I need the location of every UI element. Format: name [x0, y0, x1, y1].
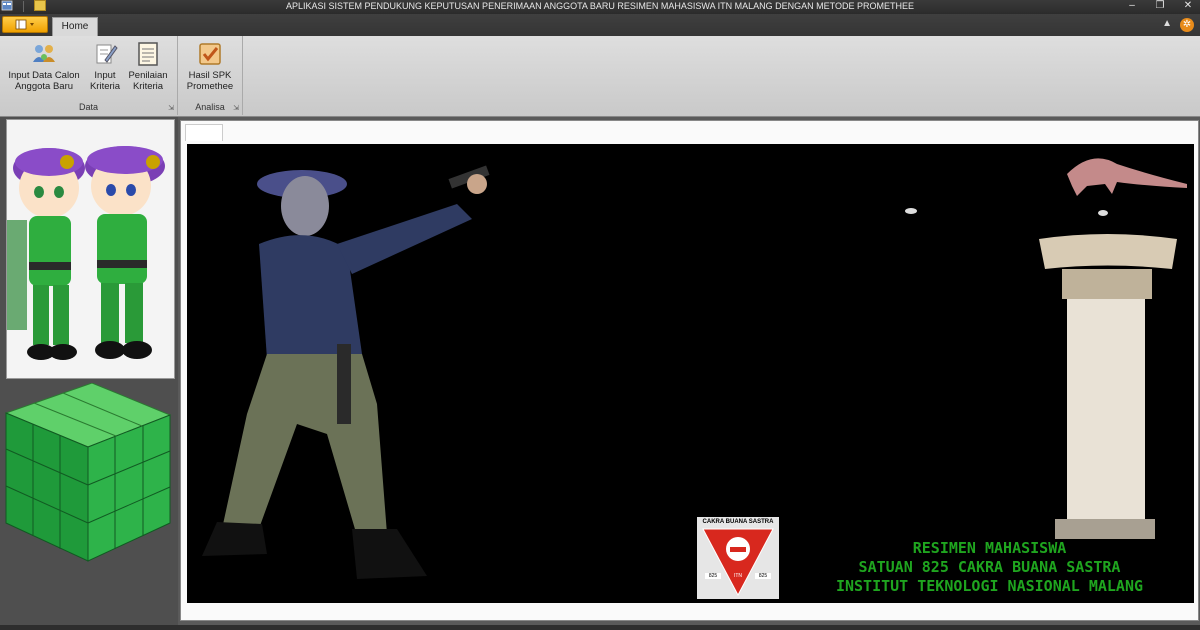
logo-center: ITN — [733, 573, 743, 579]
group-analisa: Hasil SPK Promethee Analisa ⇲ — [178, 36, 243, 115]
title-bar: APLIKASI SISTEM PENDUKUNG KEPUTUSAN PENE… — [0, 0, 1200, 14]
document-frame: CAKRA BUANA SASTRA 825 825 ITN RESIMEN M… — [180, 120, 1199, 621]
menu-icon — [15, 19, 34, 30]
close-button[interactable]: ✕ — [1180, 0, 1196, 12]
checkbox-icon — [199, 43, 221, 65]
green-cube-image — [4, 383, 172, 562]
window-title: APLIKASI SISTEM PENDUKUNG KEPUTUSAN PENE… — [286, 1, 914, 11]
caption-line-2: SATUAN 825 CAKRA BUANA SASTRA — [858, 558, 1121, 576]
input-data-calon-button[interactable]: Input Data Calon Anggota Baru — [4, 40, 84, 92]
caption-line-1: RESIMEN MAHASISWA — [912, 539, 1067, 557]
input-kriteria-label: Input Kriteria — [89, 70, 121, 92]
shield-emblem-icon — [702, 528, 774, 597]
splash-caption: RESIMEN MAHASISWA SATUAN 825 CAKRA BUANA… — [787, 539, 1192, 596]
ribbon-tab-row: Home ▲ ✲ — [0, 14, 1200, 36]
hasil-spk-label: Hasil SPK Promethee — [186, 70, 234, 92]
cakra-buana-sastra-logo: CAKRA BUANA SASTRA 825 825 ITN — [697, 517, 779, 599]
ribbon-collapse-icon[interactable]: ▲ — [1162, 18, 1172, 29]
ribbon-panel: Input Data Calon Anggota Baru Input Krit… — [0, 36, 1200, 117]
logo-num-left: 825 — [708, 573, 718, 579]
cadet-mascot-illustration — [7, 146, 165, 360]
left-panel — [0, 117, 178, 625]
input-data-calon-label: Input Data Calon Anggota Baru — [8, 70, 80, 92]
penilaian-kriteria-button[interactable]: Penilaian Kriteria — [126, 40, 170, 92]
logo-num-right: 825 — [758, 573, 768, 579]
document-pen-icon — [96, 44, 118, 64]
tab-home[interactable]: Home — [52, 17, 98, 36]
list-form-icon — [138, 42, 158, 66]
input-kriteria-button[interactable]: Input Kriteria — [86, 40, 124, 92]
application-menu-button[interactable] — [2, 16, 48, 33]
status-bar — [0, 625, 1200, 630]
settings-icon[interactable]: ✲ — [1180, 18, 1194, 32]
dialog-launcher-icon[interactable]: ⇲ — [168, 104, 174, 112]
splash-image: CAKRA BUANA SASTRA 825 825 ITN RESIMEN M… — [187, 144, 1194, 603]
caption-line-3: INSTITUT TEKNOLOGI NASIONAL MALANG — [835, 577, 1144, 595]
penilaian-kriteria-label: Penilaian Kriteria — [128, 70, 168, 92]
group-data: Input Data Calon Anggota Baru Input Krit… — [0, 36, 178, 115]
group-label-data: Data — [78, 102, 98, 112]
hasil-spk-button[interactable]: Hasil SPK Promethee — [182, 40, 238, 92]
minimize-button[interactable]: – — [1124, 0, 1140, 12]
soldier-illustration — [202, 158, 1187, 579]
document-tab[interactable] — [185, 124, 223, 141]
dialog-launcher-icon[interactable]: ⇲ — [233, 104, 239, 112]
mascot-image — [6, 119, 175, 379]
users-icon — [33, 45, 55, 62]
main-content: CAKRA BUANA SASTRA 825 825 ITN RESIMEN M… — [178, 117, 1200, 625]
restore-button[interactable]: ❐ — [1152, 0, 1168, 12]
